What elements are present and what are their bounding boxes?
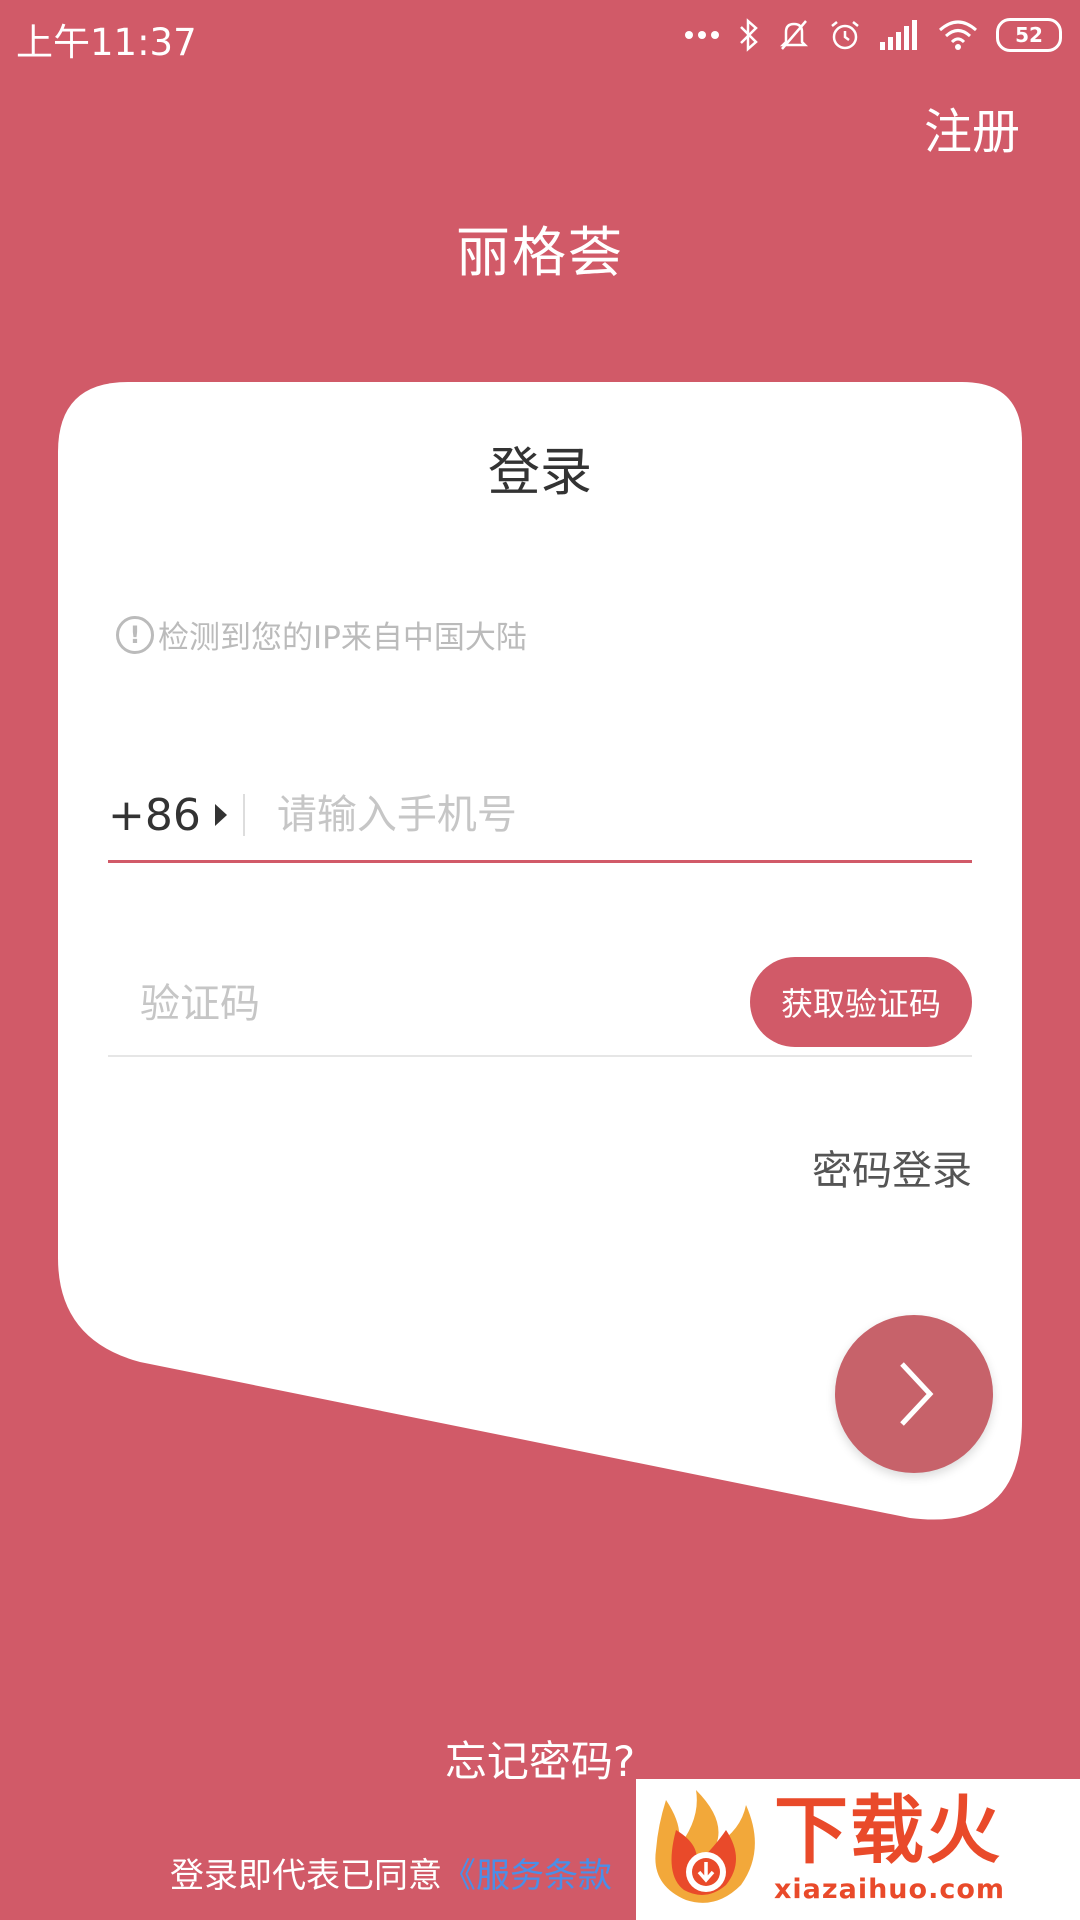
phone-row: +86 bbox=[108, 770, 972, 863]
watermark: 下载火 xiazaihuo.com bbox=[636, 1779, 1080, 1920]
phone-input[interactable] bbox=[274, 791, 879, 839]
watermark-domain: xiazaihuo.com bbox=[774, 1874, 1006, 1905]
ip-notice: ! 检测到您的IP来自中国大陆 bbox=[116, 612, 527, 657]
caret-right-icon[interactable] bbox=[214, 804, 227, 826]
divider bbox=[242, 794, 245, 836]
chevron-right-icon bbox=[900, 1362, 934, 1426]
watermark-title: 下载火 bbox=[774, 1788, 1002, 1874]
warning-icon: ! bbox=[116, 615, 154, 654]
agreement-prefix: 登录即代表已同意 bbox=[170, 1856, 442, 1896]
password-login-link[interactable]: 密码登录 bbox=[812, 1138, 972, 1196]
verification-code-input[interactable] bbox=[138, 980, 662, 1028]
get-code-button[interactable]: 获取验证码 bbox=[750, 957, 972, 1047]
agreement-text: 登录即代表已同意《服务条款 bbox=[170, 1848, 612, 1897]
ip-notice-text: 检测到您的IP来自中国大陆 bbox=[158, 620, 527, 656]
next-button[interactable] bbox=[835, 1315, 993, 1473]
code-row: 获取验证码 bbox=[108, 955, 972, 1057]
terms-link[interactable]: 《服务条款 bbox=[442, 1856, 612, 1896]
login-title: 登录 bbox=[487, 443, 592, 503]
watermark-text: 下载火 xiazaihuo.com bbox=[774, 1794, 1005, 1905]
flame-logo-icon bbox=[646, 1789, 766, 1910]
country-code-selector[interactable]: +86 bbox=[108, 790, 201, 841]
